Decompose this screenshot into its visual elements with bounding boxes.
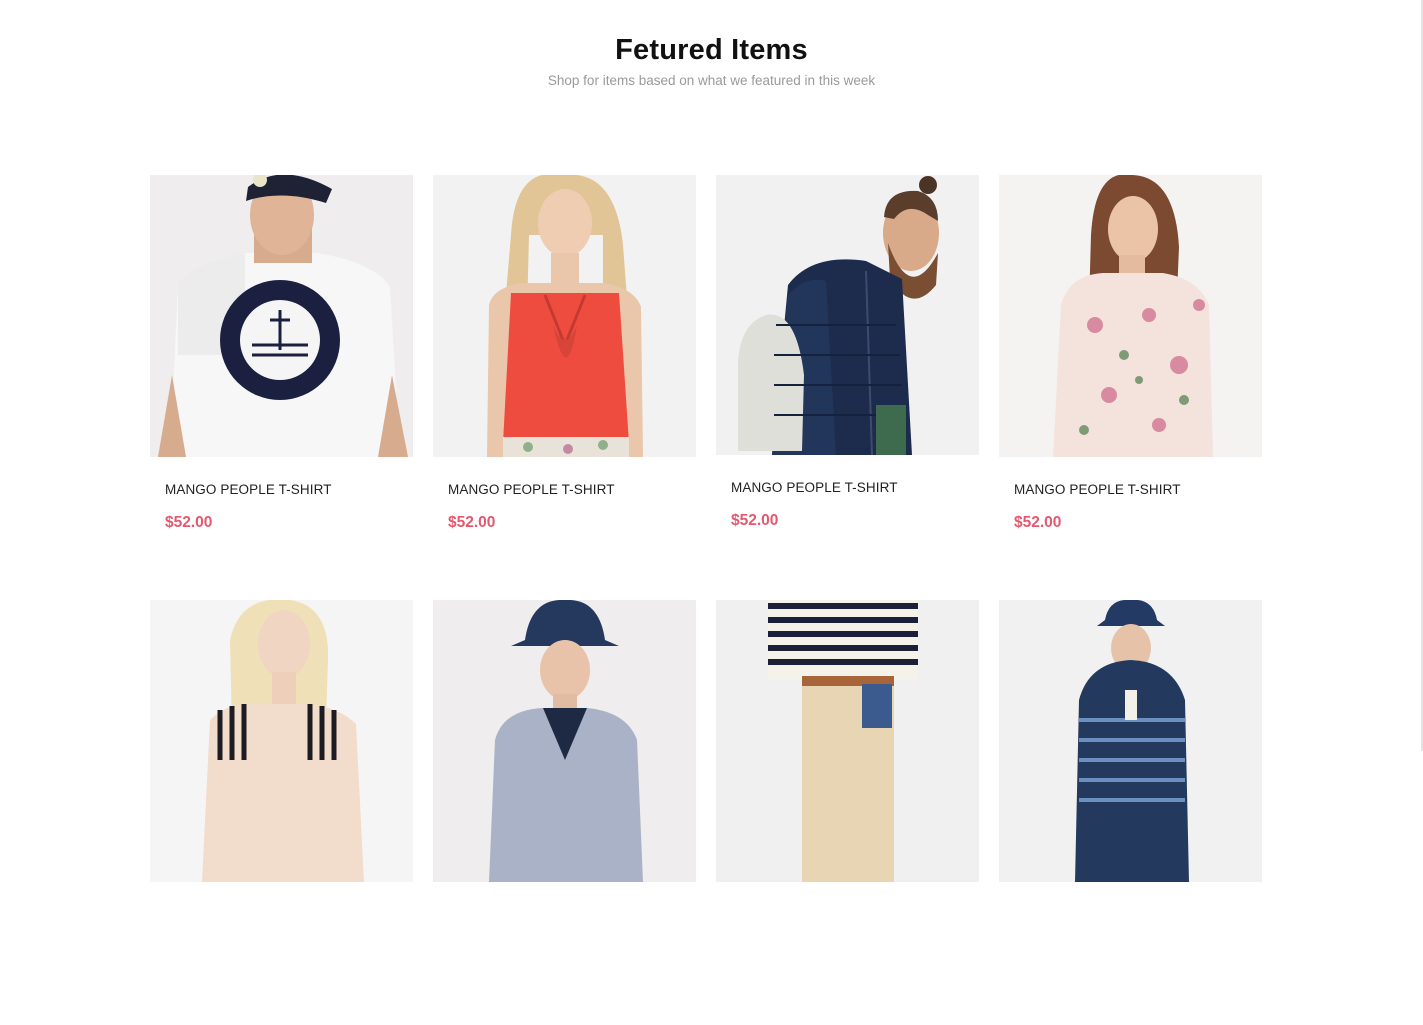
product-image[interactable] — [999, 600, 1262, 882]
product-image[interactable] — [150, 600, 413, 882]
product-name[interactable]: MANGO PEOPLE T-SHIRT — [150, 481, 413, 499]
featured-header: Fetured Items Shop for items based on wh… — [0, 30, 1423, 91]
section-subtitle: Shop for items based on what we featured… — [547, 73, 876, 88]
product-name[interactable]: MANGO PEOPLE T-SHIRT — [999, 481, 1262, 499]
woman-floral-dress-photo — [999, 175, 1262, 457]
product-card[interactable] — [716, 600, 979, 1025]
section-title: Fetured Items — [615, 34, 808, 66]
product-price: $52.00 — [1014, 514, 1062, 531]
man-white-tshirt-photo — [150, 175, 413, 457]
product-grid: MANGO PEOPLE T-SHIRT $52.00 MANGO PEOPLE… — [150, 175, 1262, 1025]
woman-red-blouse-photo — [433, 175, 696, 457]
man-striped-sweater-photo — [716, 600, 979, 882]
product-card[interactable]: MANGO PEOPLE T-SHIRT $52.00 — [716, 175, 979, 600]
product-name[interactable]: MANGO PEOPLE T-SHIRT — [716, 479, 979, 497]
product-name[interactable]: MANGO PEOPLE T-SHIRT — [433, 481, 696, 499]
product-price: $52.00 — [731, 512, 779, 529]
man-navy-jacket-photo — [716, 175, 979, 457]
product-card[interactable] — [433, 600, 696, 1025]
product-price: $52.00 — [448, 514, 496, 531]
product-card[interactable]: MANGO PEOPLE T-SHIRT $52.00 — [433, 175, 696, 600]
man-grey-blazer-photo — [433, 600, 696, 882]
product-card[interactable]: MANGO PEOPLE T-SHIRT $52.00 — [999, 175, 1262, 600]
product-image[interactable] — [150, 175, 413, 457]
product-card[interactable] — [150, 600, 413, 1025]
product-card[interactable]: MANGO PEOPLE T-SHIRT $52.00 — [150, 175, 413, 600]
man-striped-poncho-photo — [999, 600, 1262, 882]
product-image[interactable] — [716, 175, 979, 457]
product-image[interactable] — [716, 600, 979, 882]
product-image[interactable] — [999, 175, 1262, 457]
product-price: $52.00 — [165, 514, 213, 531]
product-image[interactable] — [433, 600, 696, 882]
product-card[interactable] — [999, 600, 1262, 1025]
product-image[interactable] — [433, 175, 696, 457]
woman-striped-top-photo — [150, 600, 413, 882]
